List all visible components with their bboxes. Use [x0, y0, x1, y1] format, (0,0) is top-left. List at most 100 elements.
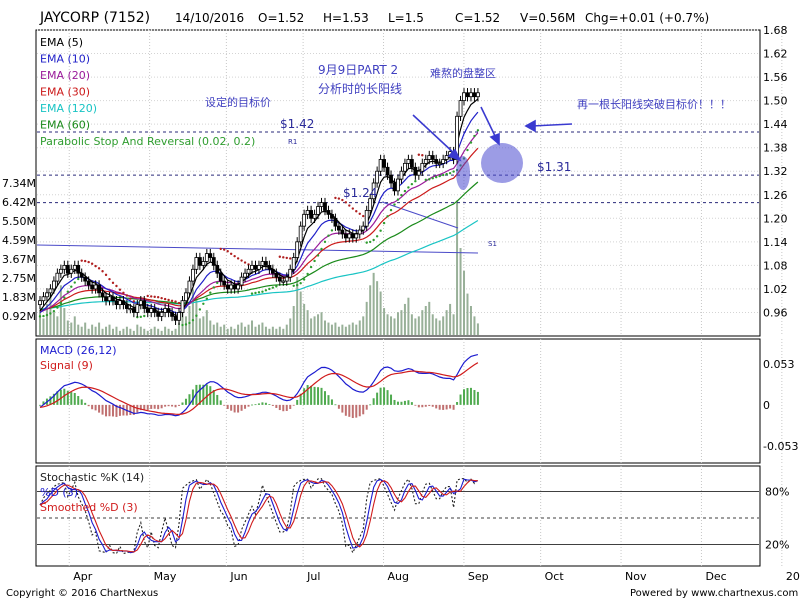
macd-hist-bar [438, 404, 441, 410]
volume-bar [157, 328, 160, 335]
volume-bar [244, 326, 247, 335]
macd-hist-bar [216, 394, 219, 405]
volume-bar [98, 322, 101, 335]
volume-bar [129, 328, 132, 335]
price-tick-label: 1.26 [763, 189, 788, 202]
footer-copyright: Copyright © 2016 ChartNexus [6, 588, 158, 599]
psar-dot [94, 264, 97, 268]
psar-dot [38, 315, 42, 318]
candle-body [222, 280, 227, 286]
macd-hist-bar [393, 399, 396, 405]
psar-dot [156, 296, 160, 299]
candle-body [406, 159, 411, 164]
psar-dot [368, 240, 372, 244]
candle-body [194, 257, 199, 270]
candle-body [156, 312, 161, 317]
candle-body [131, 308, 136, 313]
macd-hist-bar [317, 387, 320, 405]
candle-body [413, 166, 418, 176]
volume-bar [251, 320, 254, 335]
volume-bar [323, 320, 326, 335]
psar-dot [386, 215, 389, 218]
candle-body [173, 315, 178, 321]
month-label: Apr [73, 570, 93, 583]
psar-dot [469, 141, 473, 144]
psar-dot [330, 229, 334, 232]
macd-hist-bar [105, 404, 108, 417]
macd-hist-bar [320, 387, 323, 405]
volume-bar [66, 320, 69, 335]
psar-dot [424, 178, 427, 182]
psar-dot [275, 285, 278, 288]
candle-body [232, 284, 237, 290]
volume-bar [101, 328, 104, 335]
candle-body [403, 162, 407, 172]
psar-dot [49, 312, 52, 315]
psar-dot [202, 302, 205, 305]
macd-hist-bar [428, 404, 431, 407]
macd-hist-bar [466, 388, 469, 405]
candle-body [111, 296, 115, 302]
macd-hist-bar [146, 404, 149, 410]
psar-dot [309, 265, 313, 269]
price-tick-label: 1.08 [763, 259, 788, 272]
candle-body [100, 292, 105, 298]
psar-dot [188, 321, 191, 325]
candle-body [197, 257, 202, 266]
psar-dot [403, 189, 407, 193]
psar-dot [389, 208, 393, 212]
candle-body [434, 159, 439, 164]
legend-stoch_k: Stochastic %K (14) [40, 471, 144, 484]
macd-hist-bar [118, 404, 121, 416]
volume-bar [372, 272, 375, 335]
symbol: JAYCORP (7152) [39, 10, 150, 26]
stoch-tick-label: 80% [765, 486, 789, 499]
volume-bar [122, 328, 125, 335]
psar-dot [323, 240, 327, 244]
psar-dot [42, 314, 45, 318]
volume-tick-label: 2.75M [2, 272, 36, 285]
macd-hist-bar [237, 404, 240, 413]
macd-hist-bar [421, 404, 424, 408]
volume-bar [410, 314, 413, 335]
candle-body [166, 308, 171, 313]
macd-hist-bar [285, 404, 288, 411]
volume-bar [400, 310, 403, 335]
volume-bar [278, 326, 281, 335]
candle-body [83, 276, 88, 282]
psar-dot [271, 286, 275, 289]
volume-bar [396, 312, 399, 335]
candle-body [159, 312, 164, 317]
candle-body [260, 261, 265, 266]
volume-bar [376, 281, 379, 335]
volume-bar [362, 316, 365, 335]
psar-dot [243, 261, 247, 264]
volume-bar [108, 324, 111, 335]
macd-hist-bar [205, 384, 208, 405]
candle-body [264, 261, 268, 266]
psar-dot [118, 288, 122, 291]
macd-hist-bar [94, 404, 97, 411]
macd-hist-bar [410, 402, 413, 405]
legend-ema20: EMA (20) [40, 69, 90, 82]
annotation-breakout: 再一根长阳线突破目标价！！！ [577, 97, 731, 111]
candle-body [257, 264, 261, 270]
psar-dot [233, 254, 236, 258]
candle-body [305, 210, 310, 215]
candle-body [354, 233, 359, 239]
volume-bar [456, 200, 459, 335]
psar-dot [282, 256, 285, 259]
psar-dot [226, 250, 229, 253]
candle-body [340, 229, 345, 235]
psar-dot [77, 277, 80, 281]
macd-tick-label: -0.053 [763, 440, 798, 453]
volume-bar [442, 316, 445, 335]
candle-body [309, 210, 313, 219]
macd-hist-bar [442, 404, 445, 410]
macd-hist-bar [282, 404, 285, 412]
candle-body [375, 170, 380, 184]
price-tick-label: 1.20 [763, 212, 788, 225]
pivot-label-r1: R1 [288, 138, 297, 146]
macd-hist-bar [171, 404, 174, 407]
macd-hist-bar [313, 386, 316, 405]
